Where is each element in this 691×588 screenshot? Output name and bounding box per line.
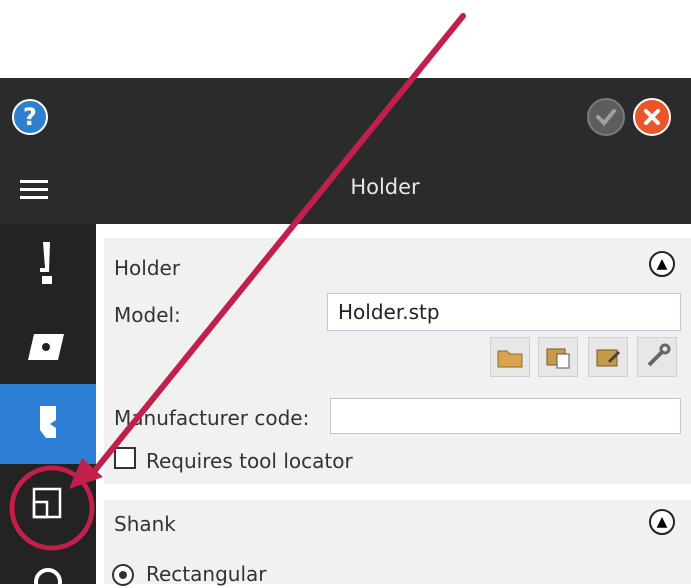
tool-icon — [40, 242, 52, 284]
sidebar-item-tool[interactable] — [0, 224, 96, 304]
clear-model-button[interactable] — [637, 337, 677, 377]
help-icon[interactable]: ? — [12, 99, 48, 135]
model-label: Model: — [114, 303, 181, 327]
gear-icon — [34, 568, 62, 588]
requires-locator-checkbox[interactable] — [114, 447, 136, 469]
hamburger-menu-icon[interactable] — [20, 180, 48, 202]
close-button[interactable] — [633, 98, 671, 136]
model-field[interactable]: Holder.stp — [327, 293, 681, 331]
manufacturer-label: Manufacturer code: — [114, 406, 310, 430]
adaptor-icon — [32, 487, 62, 519]
collapse-holder-icon[interactable]: ▲ — [649, 251, 675, 277]
rectangular-label: Rectangular — [146, 562, 267, 586]
sidebar-item-insert[interactable] — [0, 304, 96, 384]
sidebar-item-settings[interactable] — [0, 544, 96, 588]
holder-section-title: Holder — [114, 256, 181, 280]
holder-icon — [40, 406, 56, 438]
close-icon — [644, 109, 660, 125]
edit-model-button[interactable] — [588, 337, 628, 377]
requires-locator-label: Requires tool locator — [146, 449, 353, 473]
edit-icon — [596, 349, 621, 367]
rectangular-radio[interactable] — [112, 564, 134, 586]
model-library-button[interactable] — [538, 337, 578, 377]
insert-icon — [28, 334, 64, 360]
ok-button[interactable] — [587, 98, 625, 136]
wrench-icon — [647, 343, 671, 367]
check-icon — [596, 109, 616, 126]
manufacturer-field[interactable] — [330, 398, 681, 434]
library-icon — [546, 348, 570, 369]
shank-section-title: Shank — [114, 512, 176, 536]
sidebar-item-holder[interactable] — [0, 384, 96, 464]
collapse-shank-icon[interactable]: ▲ — [649, 509, 675, 535]
folder-icon — [497, 350, 523, 368]
open-model-button[interactable] — [490, 337, 530, 377]
sidebar-item-adaptor[interactable] — [0, 464, 96, 544]
window-title: Holder — [350, 175, 420, 199]
